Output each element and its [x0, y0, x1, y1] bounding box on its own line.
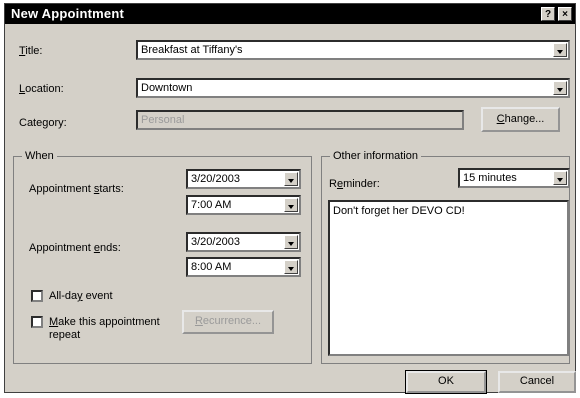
category-label: Category:: [19, 117, 67, 129]
reminder-combobox[interactable]: 15 minutes: [458, 168, 570, 188]
change-category-button[interactable]: Change...: [481, 107, 560, 132]
end-time-value: 8:00 AM: [191, 261, 232, 273]
all-day-event-checkbox[interactable]: [31, 290, 43, 302]
recurrence-button: Recurrence...: [182, 310, 274, 334]
appointment-starts-label: Appointment starts:: [29, 183, 124, 195]
appointment-ends-label: Appointment ends:: [29, 242, 121, 254]
reminder-value: 15 minutes: [463, 172, 517, 184]
notes-textarea[interactable]: Don't forget her DEVO CD!: [328, 200, 569, 356]
new-appointment-dialog: New Appointment ? × Title: Breakfast at …: [4, 3, 576, 394]
reminder-dropdown-arrow-icon[interactable]: [553, 171, 567, 185]
end-date-value: 3/20/2003: [191, 236, 240, 248]
help-button[interactable]: ?: [541, 7, 555, 21]
location-dropdown-arrow-icon[interactable]: [553, 81, 567, 95]
title-value: Breakfast at Tiffany's: [141, 44, 243, 56]
location-label: Location:: [19, 83, 64, 95]
title-bar[interactable]: New Appointment ? ×: [5, 4, 575, 24]
end-date-dropdown-arrow-icon[interactable]: [284, 235, 298, 249]
other-information-group-title: Other information: [330, 150, 421, 162]
title-dropdown-arrow-icon[interactable]: [553, 43, 567, 57]
end-time-dropdown-arrow-icon[interactable]: [284, 260, 298, 274]
all-day-event-label[interactable]: All-day event: [49, 290, 113, 302]
start-time-dropdown-arrow-icon[interactable]: [284, 198, 298, 212]
end-time-combobox[interactable]: 8:00 AM: [186, 257, 301, 277]
close-button[interactable]: ×: [558, 7, 572, 21]
ok-button[interactable]: OK: [405, 370, 487, 394]
category-field: Personal: [136, 110, 464, 130]
end-date-combobox[interactable]: 3/20/2003: [186, 232, 301, 252]
cancel-button[interactable]: Cancel: [498, 371, 576, 393]
start-date-combobox[interactable]: 3/20/2003: [186, 169, 301, 189]
reminder-label: Reminder:: [329, 178, 380, 190]
location-combobox[interactable]: Downtown: [136, 78, 570, 98]
dialog-title: New Appointment: [11, 6, 125, 21]
when-group-title: When: [22, 150, 57, 162]
title-combobox[interactable]: Breakfast at Tiffany's: [136, 40, 570, 60]
location-value: Downtown: [141, 82, 193, 94]
start-date-value: 3/20/2003: [191, 173, 240, 185]
start-time-value: 7:00 AM: [191, 199, 232, 211]
make-repeat-checkbox[interactable]: [31, 316, 43, 328]
title-label: Title:: [19, 45, 43, 57]
start-time-combobox[interactable]: 7:00 AM: [186, 195, 301, 215]
make-repeat-label[interactable]: Make this appointment repeat: [49, 316, 174, 342]
start-date-dropdown-arrow-icon[interactable]: [284, 172, 298, 186]
